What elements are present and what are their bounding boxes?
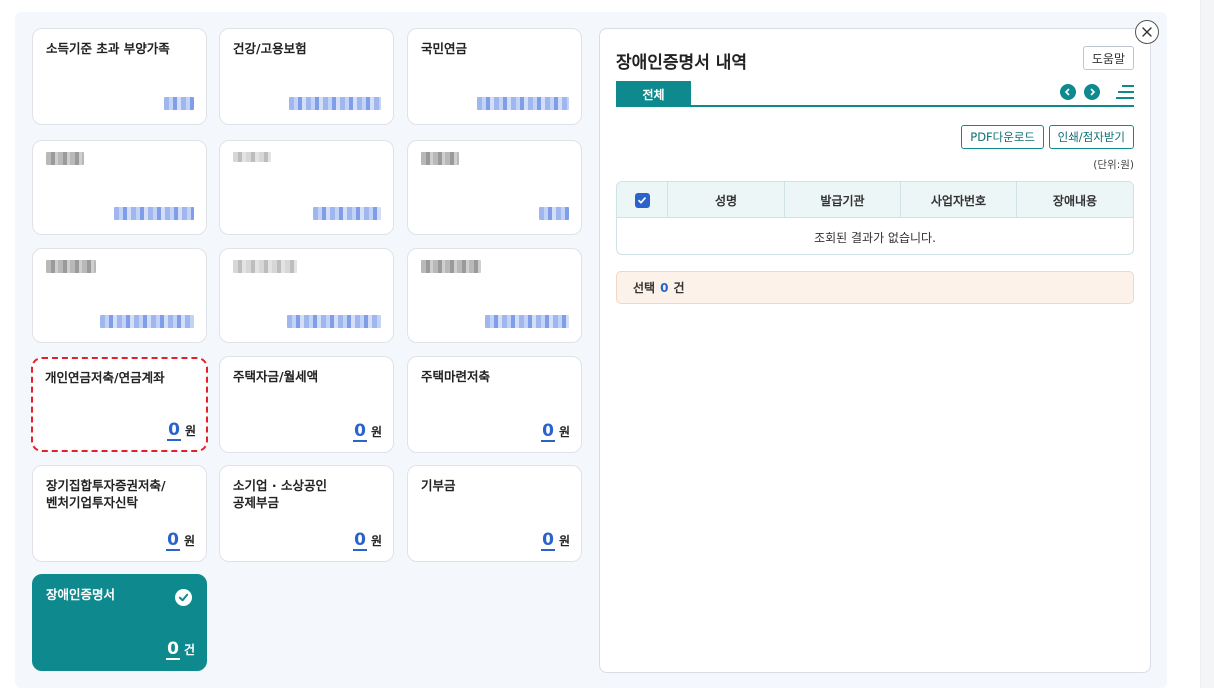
masked-amount xyxy=(485,315,569,328)
masked-title xyxy=(46,152,84,165)
card-dependents-over-income[interactable]: 소득기준 초과 부양가족 xyxy=(32,28,207,125)
panel-title: 장애인증명서 내역 xyxy=(616,53,748,73)
column-header-disability: 장애내용 xyxy=(1052,193,1098,208)
card-amount: 0 건 xyxy=(166,640,195,660)
amount-unit: 원 xyxy=(184,424,196,438)
card-national-pension[interactable]: 국민연금 xyxy=(407,28,582,125)
card-amount: 0 원 xyxy=(167,421,196,441)
pdf-download-button[interactable]: PDF다운로드 xyxy=(961,125,1044,149)
card-housing-fund-rent[interactable]: 주택자금/월세액 0 원 xyxy=(219,356,394,453)
card-title: 소기업 · 소상공인 공제부금 xyxy=(233,477,327,511)
card-disability-certificate[interactable]: 장애인증명서 0 건 xyxy=(32,574,207,671)
select-all-checkbox[interactable] xyxy=(634,192,650,208)
card-title: 국민연금 xyxy=(421,41,468,56)
card-amount: 0 원 xyxy=(353,422,382,442)
close-icon[interactable] xyxy=(1135,20,1159,44)
masked-amount xyxy=(114,207,194,220)
card-title: 건강/고용보험 xyxy=(233,41,307,56)
amount-unit: 원 xyxy=(370,425,382,439)
column-header-issuer: 발급기관 xyxy=(785,182,901,218)
print-braille-button[interactable]: 인쇄/점자받기 xyxy=(1048,125,1134,149)
masked-amount xyxy=(100,315,194,328)
summary-count: 0 xyxy=(660,280,669,295)
certificate-table: 성명 발급기관 사업자번호 장애내용 조회된 결과가 없습니다. xyxy=(616,181,1134,255)
amount-value[interactable]: 0 xyxy=(353,422,367,442)
card-masked[interactable] xyxy=(219,140,394,235)
masked-title xyxy=(233,260,297,273)
card-title-line: 장기집합투자증권저축/ xyxy=(46,478,166,493)
amount-unit: 건 xyxy=(183,643,195,657)
card-housing-savings[interactable]: 주택마련저축 0 원 xyxy=(407,356,582,453)
masked-amount xyxy=(289,97,381,110)
card-title-line: 공제부금 xyxy=(233,495,280,510)
card-masked[interactable] xyxy=(32,140,207,235)
chevron-right-icon[interactable] xyxy=(1084,84,1100,100)
amount-value[interactable]: 0 xyxy=(166,531,180,551)
scrollbar-track[interactable] xyxy=(1200,0,1214,688)
menu-icon[interactable] xyxy=(1116,84,1134,100)
card-title: 장기집합투자증권저축/ 벤처기업투자신탁 xyxy=(46,477,166,511)
card-title-line: 소기업 · 소상공인 xyxy=(233,478,327,493)
card-personal-pension-savings[interactable]: 개인연금저축/연금계좌 0 원 xyxy=(31,357,208,452)
summary-suffix: 건 xyxy=(673,281,685,295)
card-title: 주택마련저축 xyxy=(421,369,491,384)
selection-summary: 선택 0 건 xyxy=(616,271,1134,304)
card-title: 기부금 xyxy=(421,478,456,493)
empty-row: 조회된 결과가 없습니다. xyxy=(814,230,936,245)
card-title-line: 벤처기업투자신탁 xyxy=(46,495,139,510)
card-masked[interactable] xyxy=(32,248,207,343)
masked-title xyxy=(46,260,96,273)
card-title: 장애인증명서 xyxy=(46,587,116,602)
amount-unit: 원 xyxy=(558,534,570,548)
masked-title xyxy=(421,152,459,165)
tab-all[interactable]: 전체 xyxy=(616,81,691,107)
card-masked[interactable] xyxy=(407,248,582,343)
table-header: 성명 발급기관 사업자번호 장애내용 xyxy=(617,182,1133,218)
masked-amount xyxy=(313,207,381,220)
chevron-left-icon[interactable] xyxy=(1060,84,1076,100)
card-amount: 0 원 xyxy=(353,531,382,551)
masked-title xyxy=(233,152,271,162)
card-title: 주택자금/월세액 xyxy=(233,369,319,384)
select-all-checkbox-cell xyxy=(617,182,668,218)
masked-amount xyxy=(539,207,569,220)
card-health-employment-insurance[interactable]: 건강/고용보험 xyxy=(219,28,394,125)
tab-bar: 전체 xyxy=(616,81,1134,107)
card-title: 개인연금저축/연금계좌 xyxy=(45,370,165,385)
amount-value[interactable]: 0 xyxy=(166,640,180,660)
card-donations[interactable]: 기부금 0 원 xyxy=(407,465,582,562)
card-amount: 0 원 xyxy=(541,422,570,442)
amount-value[interactable]: 0 xyxy=(541,531,555,551)
column-header-business-number: 사업자번호 xyxy=(901,182,1017,218)
amount-unit: 원 xyxy=(370,534,382,548)
masked-amount xyxy=(287,315,381,328)
masked-title xyxy=(421,260,481,273)
card-long-term-investment-savings[interactable]: 장기집합투자증권저축/ 벤처기업투자신탁 0 원 xyxy=(32,465,207,562)
masked-amount xyxy=(477,97,569,110)
column-header-name: 성명 xyxy=(668,182,785,218)
masked-amount xyxy=(164,97,194,110)
summary-prefix: 선택 xyxy=(633,281,656,295)
amount-unit: 원 xyxy=(183,534,195,548)
card-masked[interactable] xyxy=(219,248,394,343)
amount-value[interactable]: 0 xyxy=(541,422,555,442)
amount-value[interactable]: 0 xyxy=(167,421,181,441)
check-circle-icon xyxy=(175,589,192,606)
card-small-business-mutual-aid[interactable]: 소기업 · 소상공인 공제부금 0 원 xyxy=(219,465,394,562)
card-amount: 0 원 xyxy=(166,531,195,551)
amount-unit: 원 xyxy=(558,425,570,439)
detail-panel: 장애인증명서 내역 도움말 전체 PDF다운로드 인쇄/점자받기 (단위:원) … xyxy=(599,28,1151,673)
card-title: 소득기준 초과 부양가족 xyxy=(46,41,170,56)
card-masked[interactable] xyxy=(407,140,582,235)
card-amount: 0 원 xyxy=(541,531,570,551)
amount-value[interactable]: 0 xyxy=(353,531,367,551)
help-button[interactable]: 도움말 xyxy=(1082,46,1134,70)
unit-note: (단위:원) xyxy=(1093,159,1134,171)
